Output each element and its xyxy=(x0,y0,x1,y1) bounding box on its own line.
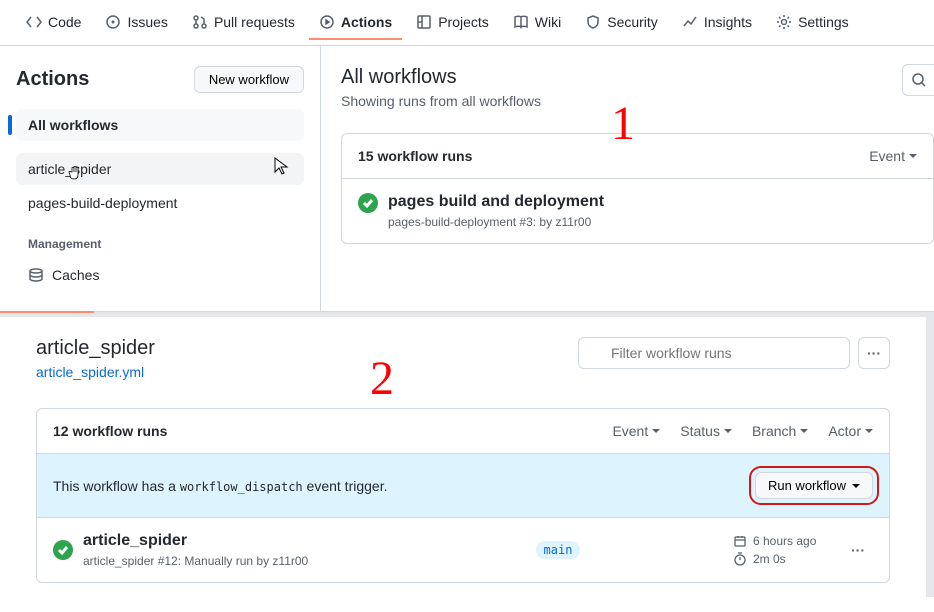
sidebar-title: Actions xyxy=(16,68,89,91)
tab-projects-label: Projects xyxy=(438,14,489,30)
caret-down-icon xyxy=(852,484,860,488)
tab-pulls[interactable]: Pull requests xyxy=(182,6,305,40)
tab-actions[interactable]: Actions xyxy=(309,6,402,40)
run-title: article_spider xyxy=(83,532,383,550)
success-icon xyxy=(358,193,378,213)
book-icon xyxy=(513,14,529,30)
runs-count: 15 workflow runs xyxy=(358,148,472,164)
tab-settings[interactable]: Settings xyxy=(766,6,859,40)
repo-tabs: Code Issues Pull requests Actions Projec… xyxy=(0,0,934,46)
caret-down-icon xyxy=(800,429,808,433)
filter-branch[interactable]: Branch xyxy=(752,423,808,439)
workflow-yml-link[interactable]: article_spider.yml xyxy=(36,364,144,380)
tab-insights-label: Insights xyxy=(704,14,752,30)
workflow-run-row[interactable]: pages build and deployment pages-build-d… xyxy=(342,179,933,243)
search-button[interactable] xyxy=(902,64,934,96)
run-time: 6 hours ago xyxy=(733,534,833,548)
run-subtitle: pages-build-deployment #3: by z11r00 xyxy=(388,215,604,229)
caret-down-icon xyxy=(652,429,660,433)
sidebar-item-label: pages-build-deployment xyxy=(28,195,177,211)
sidebar-all-workflows[interactable]: All workflows xyxy=(16,109,304,141)
actions-sidebar: Actions New workflow All workflows artic… xyxy=(0,46,320,311)
caret-down-icon xyxy=(909,154,917,158)
tab-issues[interactable]: Issues xyxy=(95,6,177,40)
run-workflow-button[interactable]: Run workflow xyxy=(755,472,873,499)
sidebar-section-management: Management xyxy=(16,221,304,259)
sidebar-caches-label: Caches xyxy=(52,267,99,283)
gear-icon xyxy=(776,14,792,30)
content-panel-2: 2 article_spider article_spider.yml ··· … xyxy=(0,317,934,597)
graph-icon xyxy=(682,14,698,30)
sidebar-item-label: article_spider xyxy=(28,161,111,177)
dispatch-code: workflow_dispatch xyxy=(180,480,303,494)
sidebar-item-pages-build[interactable]: pages-build-deployment xyxy=(16,187,304,219)
tab-settings-label: Settings xyxy=(798,14,849,30)
run-subtitle: article_spider #12: Manually run by z11r… xyxy=(83,554,383,568)
run-title: pages build and deployment xyxy=(388,193,604,211)
dispatch-banner: This workflow has a workflow_dispatch ev… xyxy=(37,454,889,518)
filter-event[interactable]: Event xyxy=(612,423,660,439)
git-pull-request-icon xyxy=(192,14,208,30)
workflow-title: article_spider xyxy=(36,337,155,360)
sidebar-all-label: All workflows xyxy=(28,117,118,133)
tab-projects[interactable]: Projects xyxy=(406,6,499,40)
page-title: All workflows xyxy=(341,66,934,89)
tab-actions-label: Actions xyxy=(341,14,392,30)
workflow-menu-button[interactable]: ··· xyxy=(858,337,890,369)
tab-issues-label: Issues xyxy=(127,14,167,30)
content-panel-1: 1 All workflows Showing runs from all wo… xyxy=(320,46,934,311)
event-filter[interactable]: Event xyxy=(869,148,917,164)
issues-icon xyxy=(105,14,121,30)
tab-security[interactable]: Security xyxy=(575,6,668,40)
tab-wiki-label: Wiki xyxy=(535,14,561,30)
run-duration: 2m 0s xyxy=(733,552,833,566)
project-icon xyxy=(416,14,432,30)
tab-security-label: Security xyxy=(607,14,658,30)
cursor-arrow-icon xyxy=(274,157,290,175)
database-icon xyxy=(28,267,44,283)
filter-actor[interactable]: Actor xyxy=(828,423,873,439)
tab-pulls-label: Pull requests xyxy=(214,14,295,30)
branch-badge[interactable]: main xyxy=(536,541,581,559)
shield-icon xyxy=(585,14,601,30)
tab-code-label: Code xyxy=(48,14,81,30)
workflow-run-row[interactable]: article_spider article_spider #12: Manua… xyxy=(37,518,889,582)
calendar-icon xyxy=(733,534,747,548)
tab-wiki[interactable]: Wiki xyxy=(503,6,571,40)
stopwatch-icon xyxy=(733,552,747,566)
page-subtitle: Showing runs from all workflows xyxy=(341,93,934,109)
tab-code[interactable]: Code xyxy=(16,6,91,40)
code-icon xyxy=(26,14,42,30)
sidebar-item-article-spider[interactable]: article_spider xyxy=(16,153,304,185)
runs-count-2: 12 workflow runs xyxy=(53,423,167,439)
sidebar-caches[interactable]: Caches xyxy=(16,259,304,291)
caret-down-icon xyxy=(724,429,732,433)
tab-insights[interactable]: Insights xyxy=(672,6,762,40)
run-menu-button[interactable]: ··· xyxy=(843,538,873,562)
search-icon xyxy=(911,72,927,88)
new-workflow-button[interactable]: New workflow xyxy=(194,66,304,93)
play-icon xyxy=(319,14,335,30)
filter-status[interactable]: Status xyxy=(680,423,732,439)
caret-down-icon xyxy=(865,429,873,433)
filter-runs-input[interactable] xyxy=(578,337,850,369)
success-icon xyxy=(53,540,73,560)
